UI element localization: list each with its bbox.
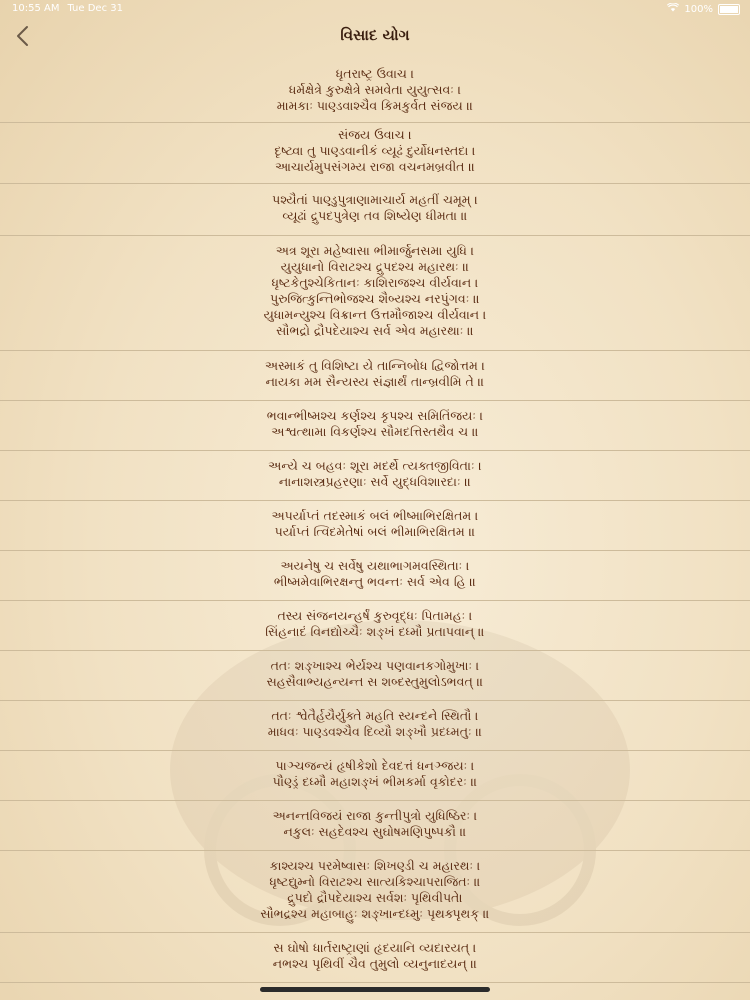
verse-line: પાઞ્ચજન્યં હૃષીકેશો દેવદત્તં ધનઞ્જયઃ । xyxy=(275,757,475,773)
wifi-icon xyxy=(667,2,680,15)
verse-line: સૌભદ્રો દ્રૌપદેયાશ્ચ સર્વ એવ મહારથાઃ ॥ xyxy=(276,323,474,338)
verse-line: પર્યાપ્તં ત્વિદમેતેષાં બલં ભીમાભિરક્ષિતમ… xyxy=(274,523,476,539)
status-date: Tue Dec 31 xyxy=(67,3,123,14)
verse-line: સહસૈવાભ્યહન્યન્ત સ શબ્દસ્તુમુલોઽભવત્ ॥ xyxy=(266,673,484,689)
verse-block: તતઃ શ્વેતૈર્હયૈર્યુક્તે મહતિ સ્યન્દને સ્… xyxy=(0,701,750,751)
verse-line: યુયુધાનો વિરાટશ્ચ દ્રુપદશ્ચ મહારથઃ ॥ xyxy=(280,259,470,274)
verse-line: ધૃષ્ટકેતુશ્ચેકિતાનઃ કાશિરાજશ્ચ વીર્યવાન … xyxy=(271,275,479,290)
verse-block: તસ્ય સંજનયન્હર્ષં કુરુવૃદ્ધઃ પિતામહઃ । સિ… xyxy=(0,601,750,651)
verse-line: સિંહનાદં વિનદ્યોચ્ચૈઃ શઙ્ખં દધ્મૌ પ્રતાપ… xyxy=(265,623,485,639)
verse-block: ધૃતરાષ્ટ્ર ઉવાચ । ધર્મક્ષેત્રે કુરુક્ષેત્… xyxy=(0,62,750,123)
verse-block: અનન્તવિજયં રાજા કુન્તીપુત્રો યુધિષ્ઠિરઃ … xyxy=(0,801,750,851)
battery-icon xyxy=(718,3,740,15)
verse-block: પશ્યૈતાં પાણ્ડુપુત્રાણામાચાર્ય મહતીં ચમૂ… xyxy=(0,184,750,236)
verse-line: પુરુજિત્કુન્તિભોજશ્ચ શૈબ્યશ્ચ નરપુંગવઃ ॥ xyxy=(270,291,480,306)
verse-block: તતઃ શઙ્ખાશ્ચ ભેર્યશ્ચ પણવાનકગોમુખાઃ । સહસ… xyxy=(0,651,750,701)
verse-line: અસ્માકં તુ વિશિષ્ટા યે તાન્નિબોધ દ્વિજોત… xyxy=(264,357,486,373)
verse-line: ભવાન્ભીષ્મશ્ચ કર્ણશ્ચ કૃપશ્ચ સમિતિંજયઃ । xyxy=(266,407,484,423)
status-bar: 10:55 AM Tue Dec 31 100% xyxy=(0,0,750,18)
verse-line: તસ્ય સંજનયન્હર્ષં કુરુવૃદ્ધઃ પિતામહઃ । xyxy=(277,607,473,623)
verse-line: આચાર્યમુપસંગમ્ય રાજા વચનમબ્રવીત ॥ xyxy=(274,159,476,174)
verse-line: અત્ર શૂરા મહેષ્વાસા ભીમાર્જુનસમા યુધિ । xyxy=(275,243,475,258)
verse-line: નભશ્ચ પૃથિવીં ચૈવ તુમુલો વ્યનુનાદયન્ ॥ xyxy=(272,955,478,971)
battery-percentage: 100% xyxy=(684,3,713,15)
verse-line: વ્યૂઢાં દ્રુપદપુત્રેણ તવ શિષ્યેણ ધીમતા ॥ xyxy=(282,207,468,223)
verse-line: સ ઘોષો ધાર્તરાષ્ટ્રાણાં હૃદયાનિ વ્યદારયત… xyxy=(273,939,477,955)
verse-line: માધવઃ પાણ્ડવશ્ચૈવ દિવ્યૌ શઙ્ખૌ પ્રદધ્મતુ… xyxy=(267,723,483,739)
verse-line: યુધામન્યુશ્ચ વિક્રાન્ત ઉત્તમૌજાશ્ચ વીર્ય… xyxy=(263,307,487,322)
verse-block: પાઞ્ચજન્યં હૃષીકેશો દેવદત્તં ધનઞ્જયઃ । પૌ… xyxy=(0,751,750,801)
verse-block: અન્યે ચ બહવઃ શૂરા મદર્થે ત્યક્તજીવિતાઃ ।… xyxy=(0,451,750,501)
verse-line: સૌભદ્રશ્ચ મહાબાહુઃ શઙ્ખાન્દધ્મુઃ પૃથક્પૃ… xyxy=(260,905,490,921)
verse-line: પૌણ્ડ્રં દધ્મૌ મહાશઙ્ખં ભીમકર્મા વૃકોદરઃ… xyxy=(272,773,478,789)
verse-block: અપર્યાપ્તં તદસ્માકં બલં ભીષ્માભિરક્ષિતમ … xyxy=(0,501,750,551)
verse-line: દૃષ્ટ્વા તુ પાણ્ડવાનીકં વ્યૂઢં દુર્યોધનસ… xyxy=(274,143,476,158)
verse-list: ધૃતરાષ્ટ્ર ઉવાચ । ધર્મક્ષેત્રે કુરુક્ષેત્… xyxy=(0,62,750,983)
home-indicator[interactable] xyxy=(260,987,490,992)
verse-line: અનન્તવિજયં રાજા કુન્તીપુત્રો યુધિષ્ઠિરઃ … xyxy=(272,807,478,823)
verse-line: ધર્મક્ષેત્રે કુરુક્ષેત્રે સમવેતા યુયુત્સ… xyxy=(288,82,462,97)
verse-line: ધૃતરાષ્ટ્ર ઉવાચ । xyxy=(335,66,415,81)
verse-line: ભીષ્મમેવાભિરક્ષન્તુ ભવન્તઃ સર્વ એવ હિ ॥ xyxy=(273,573,477,589)
verse-line: તતઃ શ્વેતૈર્હયૈર્યુક્તે મહતિ સ્યન્દને સ્… xyxy=(271,707,479,723)
verse-line: અપર્યાપ્તં તદસ્માકં બલં ભીષ્માભિરક્ષિતમ … xyxy=(271,507,479,523)
nav-bar: વિસાદ યોગ xyxy=(0,18,750,54)
verse-line: પશ્યૈતાં પાણ્ડુપુત્રાણામાચાર્ય મહતીં ચમૂ… xyxy=(272,191,478,207)
verse-block: અસ્માકં તુ વિશિષ્ટા યે તાન્નિબોધ દ્વિજોત… xyxy=(0,351,750,401)
verse-line: કાશ્યશ્ચ પરમેષ્વાસઃ શિખણ્ડી ચ મહારથઃ । xyxy=(269,857,481,873)
verse-block: સ ઘોષો ધાર્તરાષ્ટ્રાણાં હૃદયાનિ વ્યદારયત… xyxy=(0,933,750,983)
page-title: વિસાદ યોગ xyxy=(340,26,410,44)
verse-line: તતઃ શઙ્ખાશ્ચ ભેર્યશ્ચ પણવાનકગોમુખાઃ । xyxy=(270,657,480,673)
verse-block: અત્ર શૂરા મહેષ્વાસા ભીમાર્જુનસમા યુધિ । ય… xyxy=(0,236,750,351)
verse-block: સંજય ઉવાચ । દૃષ્ટ્વા તુ પાણ્ડવાનીકં વ્યૂઢ… xyxy=(0,123,750,184)
verse-block: ભવાન્ભીષ્મશ્ચ કર્ણશ્ચ કૃપશ્ચ સમિતિંજયઃ ।… xyxy=(0,401,750,451)
verse-line: અશ્વત્થામા વિકર્ણશ્ચ સૌમદત્તિસ્તથૈવ ચ ॥ xyxy=(271,423,479,439)
verse-line: નકુલઃ સહદેવશ્ચ સુઘોષમણિપુષ્પકૌ ॥ xyxy=(283,823,467,839)
verse-line: દ્રુપદો દ્રૌપદેયાશ્ચ સર્વશઃ પૃથિવીપતે। xyxy=(287,889,463,905)
verse-line: મામકાઃ પાણ્ડવાશ્ચૈવ કિમકુર્વત સંજય ॥ xyxy=(276,98,474,113)
verse-line: ધૃષ્ટદ્યુમ્નો વિરાટશ્ચ સાત્યકિશ્ચાપરાજિત… xyxy=(269,873,481,889)
verse-line: નાનાશસ્ત્રપ્રહરણાઃ સર્વે યુદ્ધવિશારદાઃ ॥ xyxy=(278,473,472,489)
verse-line: અન્યે ચ બહવઃ શૂરા મદર્થે ત્યક્તજીવિતાઃ । xyxy=(268,457,482,473)
verse-block: અયનેષુ ચ સર્વેષુ યથાભાગમવસ્થિતાઃ । ભીષ્મમ… xyxy=(0,551,750,601)
verse-line: સંજય ઉવાચ । xyxy=(338,127,412,142)
status-time: 10:55 AM xyxy=(12,3,60,14)
verse-line: નાયકા મમ સૈન્યસ્ય સંજ્ઞાર્થં તાન્બ્રવીમિ… xyxy=(265,373,485,389)
verse-line: અયનેષુ ચ સર્વેષુ યથાભાગમવસ્થિતાઃ । xyxy=(280,557,470,573)
verse-block: કાશ્યશ્ચ પરમેષ્વાસઃ શિખણ્ડી ચ મહારથઃ । ધૃ… xyxy=(0,851,750,933)
